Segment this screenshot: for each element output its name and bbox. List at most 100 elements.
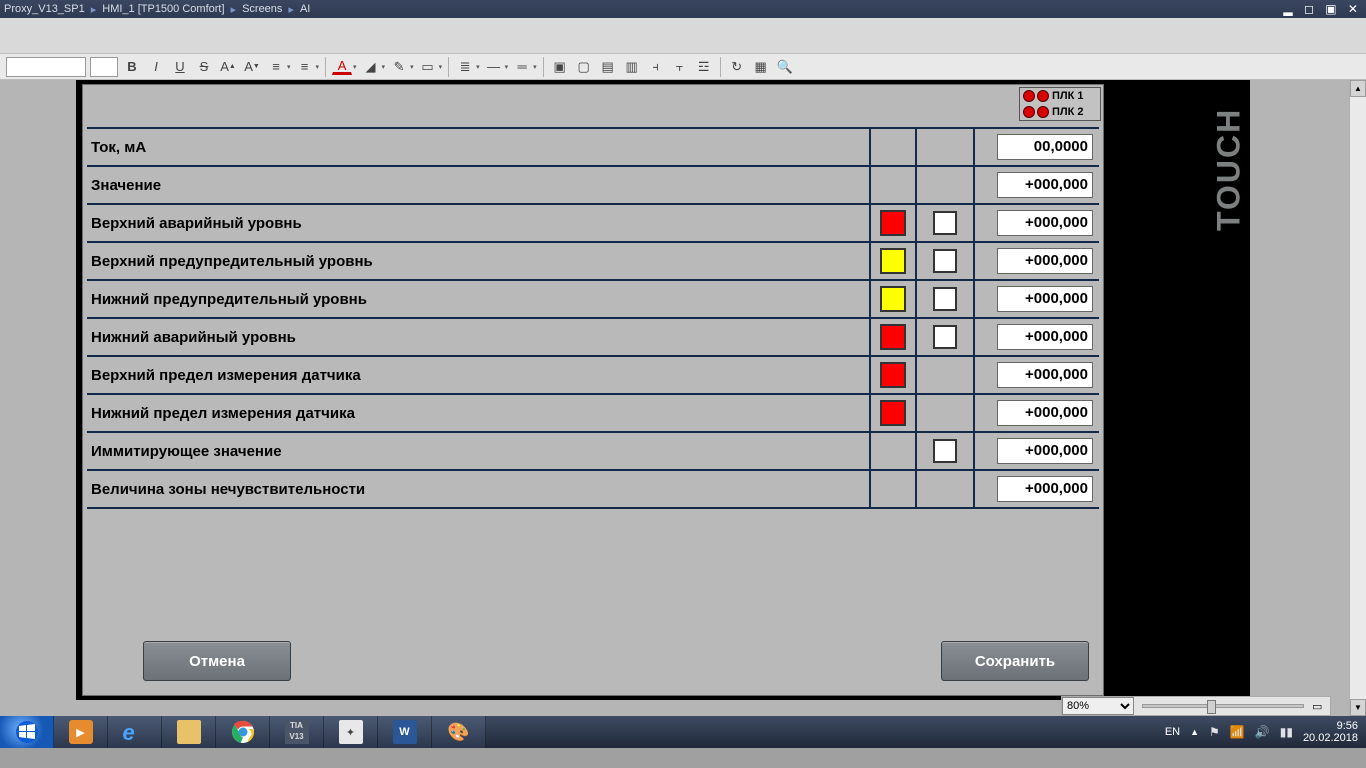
checkbox[interactable] bbox=[933, 249, 957, 273]
taskbar-paint[interactable]: 🎨 bbox=[432, 716, 486, 748]
align-left-button[interactable]: ≡ bbox=[266, 57, 286, 77]
ribbon-placeholder bbox=[0, 18, 1366, 54]
param-checkbox-cell bbox=[917, 243, 975, 279]
taskbar-ie[interactable]: e bbox=[108, 716, 162, 748]
param-row: Нижний предел измерения датчика +000,000 bbox=[87, 395, 1099, 433]
save-button[interactable]: Сохранить bbox=[941, 641, 1089, 681]
value-field[interactable]: +000,000 bbox=[997, 324, 1093, 350]
param-value-cell: +000,000 bbox=[975, 243, 1099, 279]
taskbar-chrome[interactable] bbox=[216, 716, 270, 748]
param-checkbox-cell bbox=[917, 433, 975, 469]
value-field[interactable]: +000,000 bbox=[997, 286, 1093, 312]
zoom-select[interactable]: 80% bbox=[1062, 697, 1134, 715]
param-label: Верхний предел измерения датчика bbox=[87, 357, 871, 393]
checkbox[interactable] bbox=[933, 439, 957, 463]
format-toolbar: B I U S A▲ A▼ ≡▾ ≡▾ A▾ ◢▾ ✎▾ ▭▾ ≣▾ —▾ ═▾… bbox=[0, 54, 1366, 80]
window-controls[interactable]: ▂ ◻ ▣ ✕ bbox=[1283, 2, 1362, 16]
param-indicator-cell bbox=[871, 167, 917, 203]
taskbar-explorer[interactable] bbox=[162, 716, 216, 748]
flag-icon[interactable]: ⚑ bbox=[1209, 725, 1220, 739]
taskbar-media-player[interactable]: ▶ bbox=[54, 716, 108, 748]
distribute-button[interactable]: ⫟ bbox=[670, 57, 690, 77]
refresh-button[interactable]: ↻ bbox=[727, 57, 747, 77]
breadcrumb-3[interactable]: Screens bbox=[242, 3, 282, 15]
clock[interactable]: 9:56 20.02.2018 bbox=[1303, 720, 1358, 744]
align-objects-button[interactable]: ⫞ bbox=[646, 57, 666, 77]
param-checkbox-cell bbox=[917, 357, 975, 393]
start-button[interactable] bbox=[0, 716, 54, 748]
value-field[interactable]: +000,000 bbox=[997, 248, 1093, 274]
plc2-label: ПЛК 2 bbox=[1052, 106, 1084, 118]
value-field[interactable]: +000,000 bbox=[997, 210, 1093, 236]
taskbar-word[interactable]: W bbox=[378, 716, 432, 748]
param-label: Верхний предупредительный уровнь bbox=[87, 243, 871, 279]
taskbar-tia-portal[interactable]: TIAV13 bbox=[270, 716, 324, 748]
tray-overflow-button[interactable]: ▲ bbox=[1190, 727, 1199, 737]
word-icon: W bbox=[393, 720, 417, 744]
decrease-font-button[interactable]: A▼ bbox=[242, 57, 262, 77]
param-label: Иммитирующее значение bbox=[87, 433, 871, 469]
plc2-led-a bbox=[1023, 106, 1035, 118]
cancel-button[interactable]: Отмена bbox=[143, 641, 291, 681]
value-field[interactable]: +000,000 bbox=[997, 438, 1093, 464]
checkbox[interactable] bbox=[933, 211, 957, 235]
hmi-device-frame: TOUCH ПЛК 1 ПЛК 2 Ток, мА00,0000Значение… bbox=[76, 80, 1250, 700]
param-indicator-cell bbox=[871, 357, 917, 393]
zoom-tool-button[interactable]: 🔍 bbox=[775, 57, 795, 77]
group-button[interactable]: ☲ bbox=[694, 57, 714, 77]
touch-label: TOUCH bbox=[1212, 84, 1246, 254]
font-color-button[interactable]: A bbox=[332, 58, 352, 75]
font-size-select[interactable] bbox=[90, 57, 118, 77]
checkbox[interactable] bbox=[933, 287, 957, 311]
scroll-down-button[interactable]: ▼ bbox=[1350, 699, 1366, 716]
value-field[interactable]: 00,0000 bbox=[997, 134, 1093, 160]
text-align-button[interactable]: ≣ bbox=[455, 57, 475, 77]
volume-icon[interactable]: 🔊 bbox=[1255, 725, 1270, 739]
bring-forward-button[interactable]: ▤ bbox=[598, 57, 618, 77]
param-value-cell: +000,000 bbox=[975, 471, 1099, 507]
bold-button[interactable]: B bbox=[122, 57, 142, 77]
layers-button[interactable]: ▦ bbox=[751, 57, 771, 77]
breadcrumb-1[interactable]: Proxy_V13_SP1 bbox=[4, 3, 85, 15]
font-family-select[interactable] bbox=[6, 57, 86, 77]
send-back-button[interactable]: ▢ bbox=[574, 57, 594, 77]
line-width-button[interactable]: ═ bbox=[512, 57, 532, 77]
italic-button[interactable]: I bbox=[146, 57, 166, 77]
battery-icon[interactable]: ▮▮ bbox=[1280, 725, 1293, 739]
param-checkbox-cell bbox=[917, 167, 975, 203]
breadcrumb-2[interactable]: HMI_1 [TP1500 Comfort] bbox=[102, 3, 224, 15]
breadcrumb-4[interactable]: AI bbox=[300, 3, 310, 15]
tia-icon: TIAV13 bbox=[285, 720, 309, 744]
underline-button[interactable]: U bbox=[170, 57, 190, 77]
network-icon[interactable]: 📶 bbox=[1230, 725, 1245, 739]
send-backward-button[interactable]: ▥ bbox=[622, 57, 642, 77]
taskbar-app-1[interactable]: ✦ bbox=[324, 716, 378, 748]
line-color-button[interactable]: ✎ bbox=[389, 57, 409, 77]
value-field[interactable]: +000,000 bbox=[997, 362, 1093, 388]
strikethrough-button[interactable]: S bbox=[194, 57, 214, 77]
increase-font-button[interactable]: A▲ bbox=[218, 57, 238, 77]
system-tray: EN ▲ ⚑ 📶 🔊 ▮▮ 9:56 20.02.2018 bbox=[1165, 720, 1366, 744]
checkbox[interactable] bbox=[933, 325, 957, 349]
scroll-up-button[interactable]: ▲ bbox=[1350, 80, 1366, 97]
windows-taskbar: ▶ e TIAV13 ✦ W 🎨 EN ▲ ⚑ 📶 🔊 ▮▮ 9:56 20.0… bbox=[0, 716, 1366, 748]
fill-color-button[interactable]: ◢ bbox=[361, 57, 381, 77]
value-field[interactable]: +000,000 bbox=[997, 476, 1093, 502]
param-label: Значение bbox=[87, 167, 871, 203]
value-field[interactable]: +000,000 bbox=[997, 400, 1093, 426]
param-row: Значение +000,000 bbox=[87, 167, 1099, 205]
value-field[interactable]: +000,000 bbox=[997, 172, 1093, 198]
bring-front-button[interactable]: ▣ bbox=[550, 57, 570, 77]
border-style-button[interactable]: ▭ bbox=[418, 57, 438, 77]
red-indicator bbox=[880, 210, 906, 236]
align-center-button[interactable]: ≡ bbox=[295, 57, 315, 77]
language-indicator[interactable]: EN bbox=[1165, 726, 1180, 738]
canvas[interactable]: TOUCH ПЛК 1 ПЛК 2 Ток, мА00,0000Значение… bbox=[42, 80, 1349, 716]
windows-logo-icon bbox=[15, 720, 39, 744]
zoom-slider[interactable] bbox=[1142, 704, 1304, 708]
zoom-fit-button[interactable]: ▭ bbox=[1312, 700, 1330, 713]
line-style-button[interactable]: — bbox=[484, 57, 504, 77]
param-label: Нижний предел измерения датчика bbox=[87, 395, 871, 431]
param-checkbox-cell bbox=[917, 281, 975, 317]
vertical-scrollbar[interactable]: ▲ ▼ bbox=[1349, 80, 1366, 716]
